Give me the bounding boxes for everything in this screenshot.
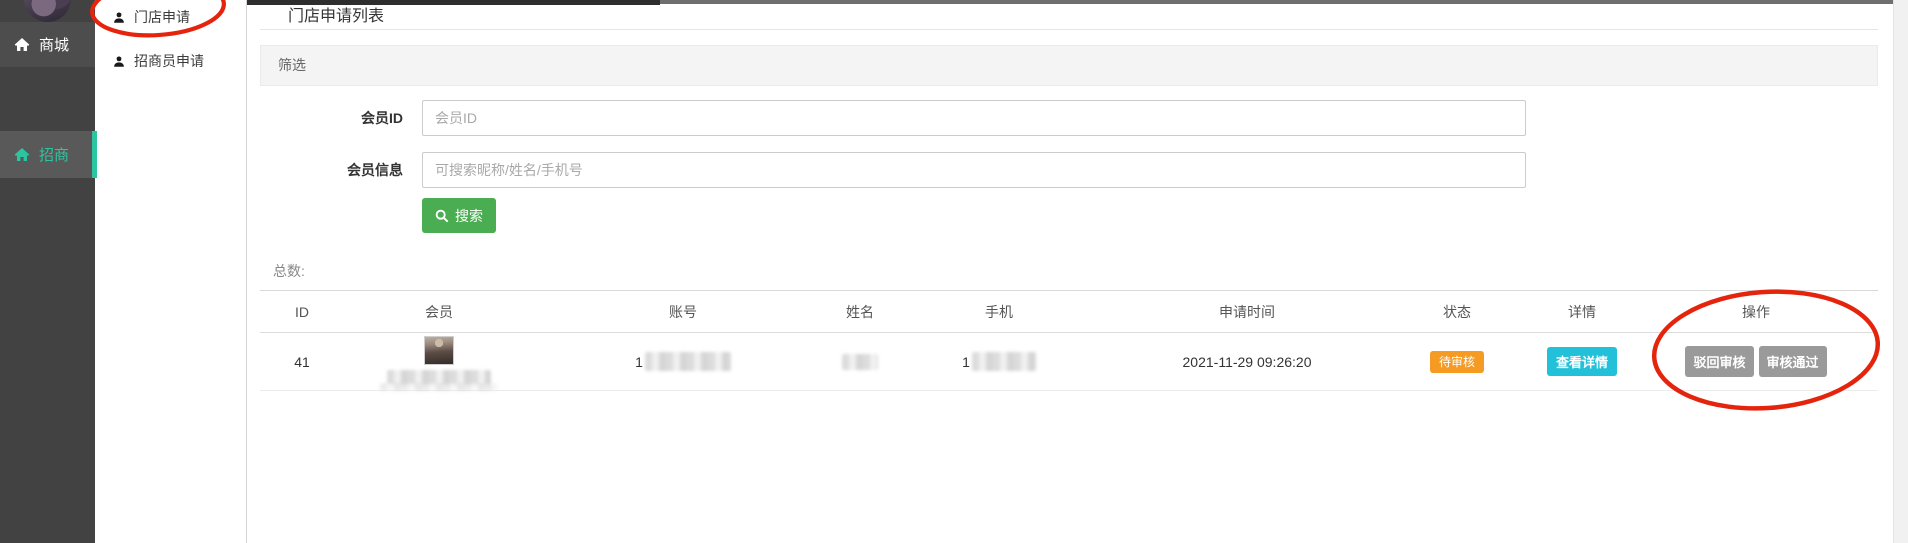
column-header-id: ID [260,304,344,320]
user-avatar[interactable] [24,0,71,22]
submenu-item-label: 门店申请 [134,7,190,27]
member-info-row: 会员信息 [260,152,1878,188]
column-header-detail: 详情 [1530,302,1634,322]
column-header-account: 账号 [534,302,832,322]
submenu-item-label: 招商员申请 [134,51,204,71]
column-header-actions: 操作 [1634,302,1878,322]
column-header-status: 状态 [1384,302,1530,322]
sidebar-item-mall[interactable]: 商城 [0,22,95,67]
sidebar-item-investment[interactable]: 招商 [0,131,95,178]
account-prefix: 1 [635,354,643,370]
column-header-phone: 手机 [888,302,1110,322]
sidebar-item-label: 招商 [39,144,69,165]
member-id-input[interactable] [422,100,1526,136]
censored-nickname-blur [380,383,498,391]
member-avatar [424,336,454,365]
primary-sidebar: 商城 招商 [0,0,95,543]
member-id-label: 会员ID [260,108,403,128]
search-button[interactable]: 搜索 [422,198,496,233]
member-id-row: 会员ID [260,100,1878,136]
cell-account: 1 [534,352,832,371]
active-item-indicator [92,131,97,178]
filter-panel-header: 筛选 [260,45,1878,86]
search-button-row: 搜索 [422,198,1878,233]
home-icon [14,147,30,163]
title-bar: 门店申请列表 [260,5,1878,30]
filter-panel: 筛选 会员ID 会员信息 搜索 [260,45,1878,233]
cell-phone: 1 [888,352,1110,371]
user-icon [113,55,125,68]
page-title: 门店申请列表 [260,5,1878,28]
status-badge: 待审核 [1430,351,1484,373]
phone-prefix: 1 [962,354,970,370]
cell-apply-time: 2021-11-29 09:26:20 [1110,354,1384,370]
cell-status: 待审核 [1384,351,1530,373]
censored-phone [972,352,1036,371]
secondary-sidebar: 门店申请 招商员申请 [95,0,247,543]
reject-review-button[interactable]: 驳回审核 [1685,346,1753,377]
cell-actions: 驳回审核 审核通过 [1634,346,1878,377]
column-header-apply-time: 申请时间 [1110,302,1384,322]
user-icon [113,11,125,24]
censored-account [645,352,731,371]
scrollbar-track[interactable] [1893,0,1908,543]
cell-id: 41 [260,354,344,370]
censored-name [842,354,878,370]
table-row: 41 1 1 2021-11-29 09:26:20 待审核 [260,333,1878,391]
cell-name [832,354,888,370]
submenu-item-store-application[interactable]: 门店申请 [95,4,247,30]
sidebar-item-label: 商城 [39,34,69,55]
cell-member [344,333,534,391]
view-detail-button[interactable]: 查看详情 [1547,347,1617,376]
submenu-item-agent-application[interactable]: 招商员申请 [95,48,247,74]
admin-page: 商城 招商 门店申请 招商员申请 门店申请列表 筛选 会员ID 会员信息 [0,0,1908,543]
column-header-member: 会员 [344,302,534,322]
window-top-strip [660,0,1896,4]
total-label: 总数: [273,261,305,281]
search-icon [435,209,449,223]
applications-table: ID 会员 账号 姓名 手机 申请时间 状态 详情 操作 41 1 [260,290,1878,391]
column-header-name: 姓名 [832,302,888,322]
member-info-input[interactable] [422,152,1526,188]
member-info-label: 会员信息 [260,160,403,180]
approve-review-button[interactable]: 审核通过 [1759,346,1827,377]
search-button-label: 搜索 [455,206,483,226]
table-header-row: ID 会员 账号 姓名 手机 申请时间 状态 详情 操作 [260,291,1878,333]
cell-detail: 查看详情 [1530,347,1634,376]
home-icon [14,37,30,53]
